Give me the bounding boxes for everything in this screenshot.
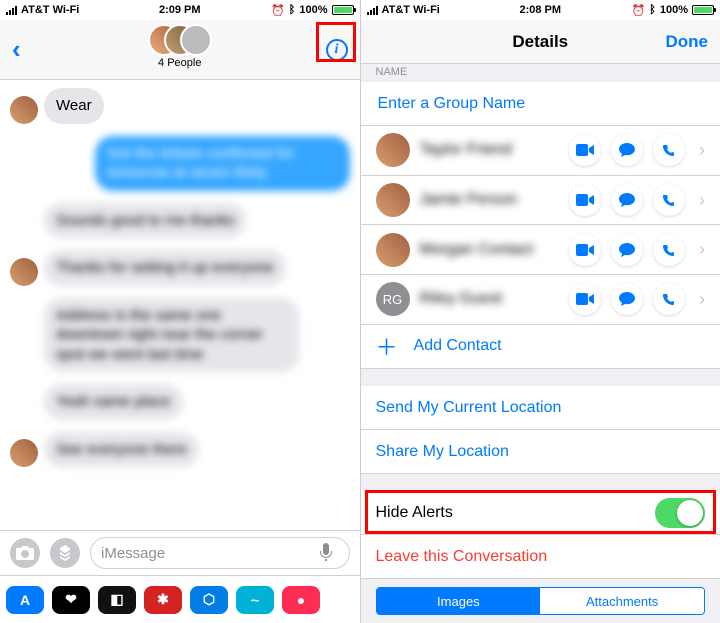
status-bar: AT&T Wi-Fi 2:08 PM ⏰ ᛒ 100% [361,0,720,20]
message-button[interactable] [611,283,643,315]
app-hearts-icon[interactable]: ❤ [52,586,90,614]
conversation-header: ‹ 4 People i [0,20,360,80]
facetime-video-button[interactable] [569,234,601,266]
alarm-icon: ⏰ [632,4,646,17]
facetime-video-button[interactable] [569,184,601,216]
call-button[interactable] [653,184,685,216]
details-screen: AT&T Wi-Fi 2:08 PM ⏰ ᛒ 100% Details Done… [360,0,720,623]
group-name-input[interactable] [376,94,706,114]
section-header-name: Name [361,64,720,82]
add-contact-button[interactable]: ＋ Add Contact [361,325,720,369]
messages-screen: AT&T Wi-Fi 2:09 PM ⏰ ᛒ 100% ‹ 4 People i… [0,0,360,623]
message-list[interactable]: Wear Got the tickets confirmed for tomor… [0,80,360,530]
message-in: Wear [44,88,104,124]
person-name: Jamie Person [420,191,560,209]
message-input[interactable]: iMessage [90,537,350,569]
alarm-icon: ⏰ [271,4,285,17]
call-button[interactable] [653,134,685,166]
call-button[interactable] [653,283,685,315]
app-giphy-icon[interactable]: ◧ [98,586,136,614]
message-button[interactable] [611,234,643,266]
battery-icon [692,5,714,15]
avatar [376,233,410,267]
battery-percent: 100% [660,4,688,16]
hide-alerts-label: Hide Alerts [376,504,453,522]
signal-icon [367,6,378,15]
group-name-cell[interactable] [361,82,720,126]
page-title: Details [512,32,568,52]
clock: 2:09 PM [159,4,201,16]
attachments-segment[interactable]: Images Attachments [376,587,706,615]
info-button[interactable]: i [326,39,348,61]
avatar [10,258,38,286]
bluetooth-icon: ᛒ [649,4,656,16]
signal-icon [6,6,17,15]
person-row[interactable]: Taylor Friend › [361,126,720,176]
facetime-video-button[interactable] [569,134,601,166]
details-header: Details Done [361,20,720,64]
done-button[interactable]: Done [666,32,709,52]
add-contact-label: Add Contact [414,337,502,355]
share-location-button[interactable]: Share My Location [361,430,720,474]
battery-icon [332,5,354,15]
carrier-label: AT&T Wi-Fi [382,4,440,16]
camera-icon[interactable] [10,538,40,568]
message-button[interactable] [611,184,643,216]
status-bar: AT&T Wi-Fi 2:09 PM ⏰ ᛒ 100% [0,0,360,20]
hide-alerts-cell: Hide Alerts [361,491,720,535]
message-out: Got the tickets confirmed for tomorrow a… [95,136,350,191]
send-location-button[interactable]: Send My Current Location [361,386,720,430]
avatar [10,439,38,467]
app-dropbox-icon[interactable]: ⬡ [190,586,228,614]
message-placeholder: iMessage [101,545,165,562]
facetime-video-button[interactable] [569,283,601,315]
chevron-right-icon: › [699,190,705,211]
app-drawer[interactable]: A ❤ ◧ ✱ ⬡ ~ ● [0,575,360,623]
back-button[interactable]: ‹ [12,34,21,65]
compose-bar: iMessage [0,530,360,575]
call-button[interactable] [653,234,685,266]
message-in: Yeah same place [44,384,183,420]
bluetooth-icon: ᛒ [289,4,296,16]
avatar [376,133,410,167]
message-in: Sounds good to me thanks [44,203,246,239]
avatar: RG [376,282,410,316]
mic-icon[interactable] [319,543,339,563]
chevron-right-icon: › [699,239,705,260]
app-store-icon[interactable]: A [6,586,44,614]
segment-attachments[interactable]: Attachments [540,588,704,614]
person-row[interactable]: Jamie Person › [361,176,720,226]
clock: 2:08 PM [519,4,561,16]
avatar [376,183,410,217]
message-in: Address is the same one downtown right n… [44,298,299,373]
person-row[interactable]: Morgan Contact › [361,225,720,275]
leave-conversation-button[interactable]: Leave this Conversation [361,535,720,579]
app-venmo-icon[interactable]: ~ [236,586,274,614]
person-row[interactable]: RG Riley Guest › [361,275,720,325]
person-name: Riley Guest [420,290,560,308]
person-name: Taylor Friend [420,141,560,159]
message-button[interactable] [611,134,643,166]
group-subtitle: 4 People [148,57,212,69]
app-more-icon[interactable]: ● [282,586,320,614]
person-name: Morgan Contact [420,241,560,259]
hide-alerts-toggle[interactable] [655,498,705,528]
chevron-right-icon: › [699,140,705,161]
message-in: Thanks for setting it up everyone [44,250,286,286]
avatar [10,96,38,124]
details-content[interactable]: Name Taylor Friend › Jamie Person [361,64,720,623]
app-yelp-icon[interactable]: ✱ [144,586,182,614]
battery-percent: 100% [299,4,327,16]
apps-icon[interactable] [50,538,80,568]
message-in: See everyone there [44,432,199,468]
segment-images[interactable]: Images [377,588,541,614]
chevron-right-icon: › [699,289,705,310]
plus-icon: ＋ [376,330,398,362]
group-avatars[interactable] [148,24,212,56]
carrier-label: AT&T Wi-Fi [21,4,79,16]
